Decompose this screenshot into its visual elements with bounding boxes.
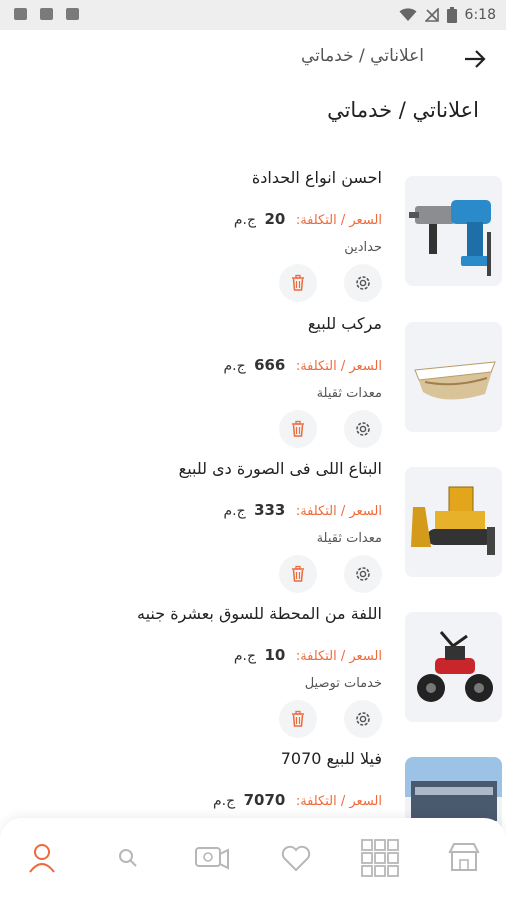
ad-price: السعر / التكلفة: 20 ج.م xyxy=(234,210,382,228)
nav-profile[interactable] xyxy=(22,838,62,878)
price-value: 666 xyxy=(254,356,286,374)
ad-category: معدات ثقيلة xyxy=(316,531,382,546)
sell-icon xyxy=(195,847,229,870)
grid-icon xyxy=(361,839,399,877)
ad-category: خدمات توصيل xyxy=(304,676,382,691)
edit-ad-button[interactable] xyxy=(344,410,382,448)
gear-icon xyxy=(356,422,370,436)
profile-icon xyxy=(29,844,55,873)
delete-ad-button[interactable] xyxy=(279,264,317,302)
ad-price: السعر / التكلفة: 333 ج.م xyxy=(223,501,382,519)
atv-image[interactable] xyxy=(405,612,502,722)
ad-title: البتاع اللى فى الصورة دى للبيع xyxy=(178,459,382,478)
edit-ad-button[interactable] xyxy=(344,555,382,593)
gear-icon xyxy=(356,276,370,290)
price-currency: ج.م xyxy=(233,648,257,664)
price-value: 20 xyxy=(264,210,286,228)
edit-ad-button[interactable] xyxy=(344,700,382,738)
gear-icon xyxy=(356,567,370,581)
price-label: السعر / التكلفة: xyxy=(295,794,382,809)
ad-title: اللفة من المحطة للسوق بعشرة جنيه xyxy=(137,604,382,623)
ad-price: السعر / التكلفة: 7070 ج.م xyxy=(213,791,382,809)
price-currency: ج.م xyxy=(223,503,246,519)
ad-title: فيلا للبيع 7070 xyxy=(280,749,382,768)
price-currency: ج.م xyxy=(213,793,236,809)
price-label: السعر / التكلفة: xyxy=(295,213,382,228)
ad-category: حدادين xyxy=(344,240,382,255)
search-icon xyxy=(119,849,137,867)
ad-title: احسن انواع الحدادة xyxy=(251,168,382,187)
top-app-bar: اعلاناتي / خدماتي xyxy=(0,30,506,88)
trash-icon xyxy=(292,710,304,727)
ad-card[interactable]: البتاع اللى فى الصورة دى للبيع السعر / ا… xyxy=(0,459,506,604)
ad-price: السعر / التكلفة: 666 ج.م xyxy=(223,356,382,374)
trash-icon xyxy=(292,420,304,437)
signal-icon xyxy=(424,8,439,22)
nav-search[interactable] xyxy=(108,838,148,878)
price-value: 333 xyxy=(254,501,286,519)
back-button[interactable] xyxy=(460,44,490,74)
price-value: 7070 xyxy=(243,791,286,809)
status-time: 6:18 xyxy=(464,7,496,23)
price-label: السعر / التكلفة: xyxy=(295,649,382,664)
wifi-icon xyxy=(399,8,417,21)
nav-sell[interactable] xyxy=(192,838,232,878)
boat-image[interactable] xyxy=(405,322,502,432)
delete-ad-button[interactable] xyxy=(279,700,317,738)
arrow-right-icon xyxy=(465,50,486,68)
delete-ad-button[interactable] xyxy=(279,555,317,593)
trash-icon xyxy=(292,565,304,582)
breadcrumb: اعلاناتي / خدماتي xyxy=(301,46,424,66)
price-currency: ج.م xyxy=(223,358,246,374)
ad-card[interactable]: مركب للبيع السعر / التكلفة: 666 ج.م معدا… xyxy=(0,314,506,459)
page-title: اعلاناتي / خدماتي xyxy=(327,98,479,122)
delete-ad-button[interactable] xyxy=(279,410,317,448)
ad-category: معدات ثقيلة xyxy=(316,386,382,401)
ad-card[interactable]: احسن انواع الحدادة السعر / التكلفة: 20 ج… xyxy=(0,168,506,313)
price-value: 10 xyxy=(264,646,286,664)
price-label: السعر / التكلفة: xyxy=(295,504,382,519)
heart-icon xyxy=(281,845,311,872)
drill-image[interactable] xyxy=(405,176,502,286)
nav-favorites[interactable] xyxy=(276,838,316,878)
trash-icon xyxy=(292,274,304,291)
store-icon xyxy=(448,843,480,871)
price-label: السعر / التكلفة: xyxy=(295,359,382,374)
price-currency: ج.م xyxy=(233,212,257,228)
app-notification-icon xyxy=(66,8,79,20)
battery-icon xyxy=(446,7,457,23)
ad-card[interactable]: اللفة من المحطة للسوق بعشرة جنيه السعر /… xyxy=(0,604,506,749)
gallery-notification-icon xyxy=(14,8,27,20)
bulldozer-image[interactable] xyxy=(405,467,502,577)
gear-icon xyxy=(356,712,370,726)
app-notification-icon xyxy=(40,8,53,20)
ad-price: السعر / التكلفة: 10 ج.م xyxy=(234,646,382,664)
edit-ad-button[interactable] xyxy=(344,264,382,302)
bottom-navigation xyxy=(0,818,506,900)
nav-store[interactable] xyxy=(444,838,484,878)
status-bar: 6:18 xyxy=(0,0,506,30)
ad-title: مركب للبيع xyxy=(307,314,382,333)
nav-categories[interactable] xyxy=(360,838,400,878)
